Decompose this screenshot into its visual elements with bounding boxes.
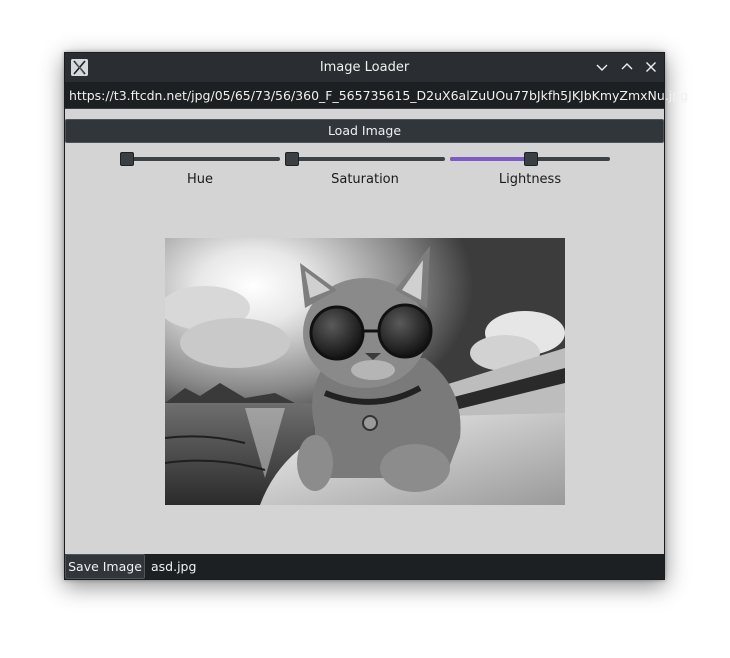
lightness-slider-handle[interactable] bbox=[524, 152, 538, 166]
lightness-label: Lightness bbox=[498, 172, 562, 187]
minimize-button[interactable] bbox=[593, 58, 611, 76]
lightness-slider-fill bbox=[450, 157, 530, 161]
save-bar: Save Image asd.jpg bbox=[65, 554, 664, 579]
lightness-slider[interactable] bbox=[450, 152, 610, 166]
window-title: Image Loader bbox=[319, 60, 410, 75]
close-icon bbox=[646, 62, 656, 72]
image-loader-window: Image Loader https://t3.ftcdn.net/jpg/05… bbox=[64, 52, 688, 580]
loaded-image bbox=[165, 238, 565, 505]
url-input[interactable]: https://t3.ftcdn.net/jpg/05/65/73/56/360… bbox=[65, 82, 688, 109]
saturation-slider-groove bbox=[285, 157, 445, 161]
hue-label: Hue bbox=[186, 172, 213, 187]
maximize-button[interactable] bbox=[618, 58, 636, 76]
titlebar[interactable]: Image Loader bbox=[65, 53, 664, 82]
close-button[interactable] bbox=[642, 58, 660, 76]
hue-slider-handle[interactable] bbox=[120, 152, 134, 166]
load-image-button[interactable]: Load Image bbox=[65, 119, 664, 143]
url-input-value: https://t3.ftcdn.net/jpg/05/65/73/56/360… bbox=[69, 88, 689, 103]
chevron-down-icon bbox=[596, 64, 608, 71]
saturation-slider-handle[interactable] bbox=[285, 152, 299, 166]
chevron-up-icon bbox=[621, 63, 633, 70]
cat-image bbox=[165, 238, 565, 505]
saturation-label: Saturation bbox=[331, 172, 399, 187]
saturation-slider[interactable] bbox=[285, 152, 445, 166]
hue-slider-groove bbox=[120, 157, 280, 161]
save-image-button[interactable]: Save Image bbox=[65, 554, 145, 579]
filename-input[interactable]: asd.jpg bbox=[151, 554, 196, 579]
hue-slider[interactable] bbox=[120, 152, 280, 166]
